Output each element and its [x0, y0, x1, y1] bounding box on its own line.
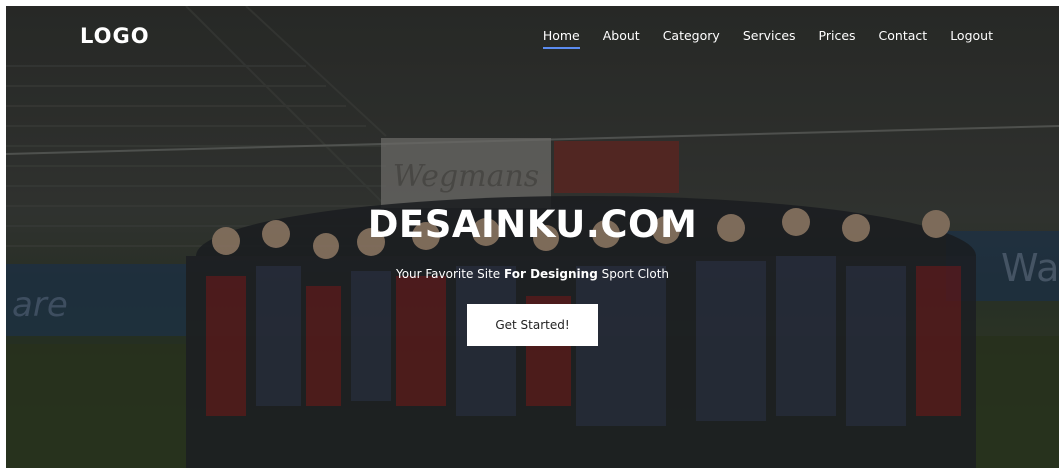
- nav-contact[interactable]: Contact: [879, 28, 928, 49]
- tagline-part-2: Sport Cloth: [597, 267, 670, 281]
- hero-section: Wegmans are Was: [6, 6, 1059, 468]
- tagline-bold: For Designing: [504, 267, 598, 281]
- site-logo[interactable]: LOGO: [80, 24, 150, 48]
- navbar: LOGO Home About Category Services Prices…: [6, 6, 1059, 68]
- nav-prices[interactable]: Prices: [819, 28, 856, 49]
- tagline-part-1: Your Favorite Site: [395, 267, 505, 281]
- hero-content: DESAINKU.COM Your Favorite Site For Desi…: [6, 202, 1059, 346]
- get-started-button[interactable]: Get Started!: [467, 304, 598, 346]
- nav-services[interactable]: Services: [743, 28, 796, 49]
- hero-tagline: Your Favorite Site For Designing Sport C…: [6, 267, 1059, 281]
- nav-logout[interactable]: Logout: [950, 28, 993, 49]
- nav-about[interactable]: About: [603, 28, 640, 49]
- main-nav: Home About Category Services Prices Cont…: [520, 28, 993, 49]
- hero-title: DESAINKU.COM: [367, 203, 698, 246]
- nav-home[interactable]: Home: [542, 28, 580, 49]
- nav-category[interactable]: Category: [663, 28, 720, 49]
